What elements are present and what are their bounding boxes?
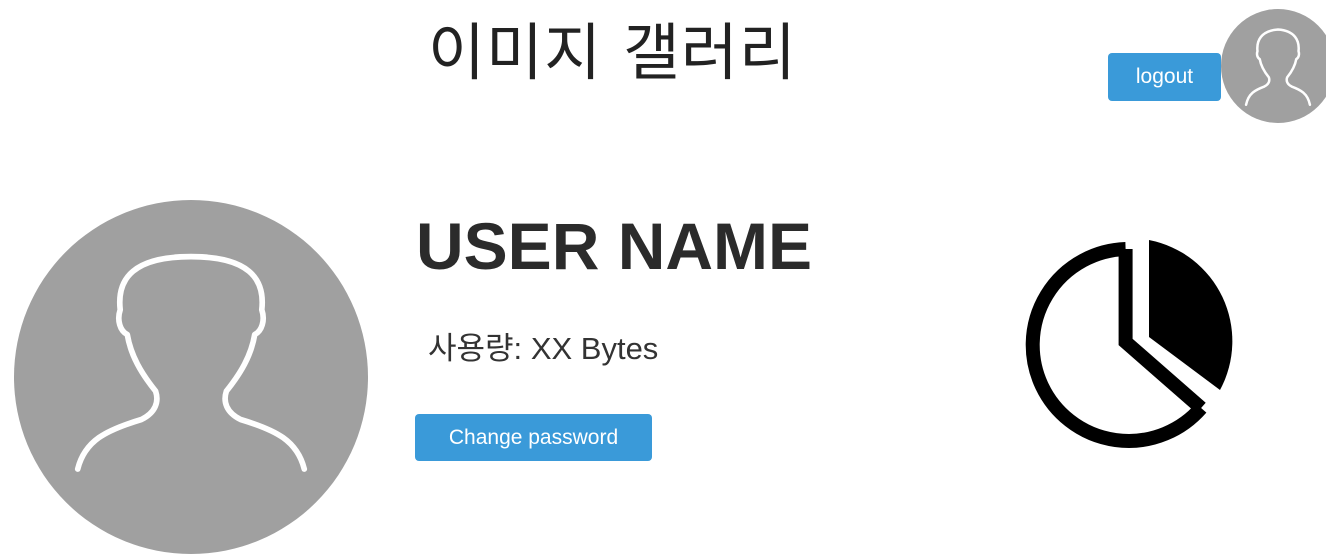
- logout-button[interactable]: logout: [1108, 53, 1221, 101]
- usage-label: 사용량:: [428, 331, 523, 366]
- usage-info: 사용량: XX Bytes: [428, 328, 658, 370]
- user-avatar-icon: [1221, 9, 1326, 123]
- user-name: USER NAME: [416, 209, 813, 283]
- page-title: 이미지 갤러리: [428, 16, 797, 89]
- header-avatar[interactable]: [1221, 9, 1326, 123]
- change-password-button[interactable]: Change password: [415, 414, 652, 461]
- pie-chart-icon: [1025, 240, 1233, 448]
- profile-avatar: [14, 200, 368, 554]
- usage-chart: [1015, 232, 1241, 458]
- usage-value: XX Bytes: [530, 331, 659, 366]
- user-avatar-icon: [14, 200, 368, 554]
